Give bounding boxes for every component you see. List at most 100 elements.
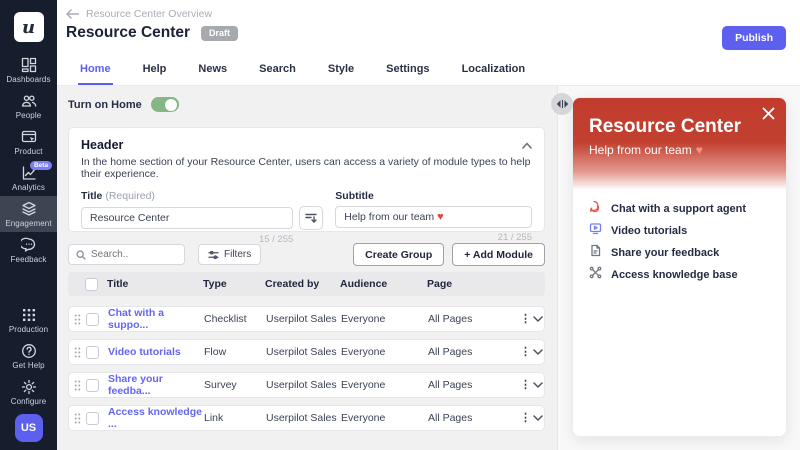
module-created-by: Userpilot Sales <box>266 412 341 424</box>
turn-on-home-label: Turn on Home <box>68 99 142 111</box>
add-module-button[interactable]: + Add Module <box>452 243 545 266</box>
configure-icon <box>21 379 37 395</box>
module-title-link[interactable]: Video tutorials <box>108 346 204 358</box>
tab-search[interactable]: Search <box>257 57 298 85</box>
preview-item-chat[interactable]: Chat with a support agent <box>589 198 770 220</box>
module-created-by: Userpilot Sales <box>266 346 341 358</box>
user-avatar[interactable]: US <box>15 414 43 442</box>
kebab-menu-icon[interactable]: ⋮ <box>518 413 533 424</box>
sidebar-item-label: Dashboards <box>6 75 50 84</box>
tab-news[interactable]: News <box>196 57 229 85</box>
tab-style[interactable]: Style <box>326 57 356 85</box>
sidebar-item-engagement[interactable]: Engagement <box>0 196 57 232</box>
sidebar-item-production[interactable]: Production <box>0 302 57 338</box>
sidebar-item-label: Configure <box>11 397 47 406</box>
expand-chevron-icon[interactable] <box>533 316 546 322</box>
drag-handle-icon[interactable] <box>74 413 86 424</box>
dashboards-icon <box>21 57 37 73</box>
kebab-menu-icon[interactable]: ⋮ <box>518 380 533 391</box>
title-input[interactable] <box>81 207 293 229</box>
preview-item-label: Video tutorials <box>611 225 687 237</box>
filters-icon <box>208 250 219 260</box>
kebab-menu-icon[interactable]: ⋮ <box>518 347 533 358</box>
sidebar-item-people[interactable]: People <box>0 88 57 124</box>
product-icon <box>21 129 37 145</box>
knowledge-icon <box>589 266 602 284</box>
kebab-menu-icon[interactable]: ⋮ <box>518 314 533 325</box>
tab-home[interactable]: Home <box>78 57 113 85</box>
resize-arrows-icon <box>556 99 569 109</box>
resource-center-preview: Resource Center Help from our team ♥ Cha… <box>572 97 787 437</box>
turn-on-home-toggle[interactable] <box>151 97 179 112</box>
expand-chevron-icon[interactable] <box>533 382 546 388</box>
header-card-description: In the home section of your Resource Cen… <box>81 156 532 180</box>
module-created-by: Userpilot Sales <box>266 379 341 391</box>
back-link[interactable]: Resource Center Overview <box>66 8 212 20</box>
row-checkbox[interactable] <box>86 379 99 392</box>
sidebar-item-feedback[interactable]: Feedback <box>0 232 57 268</box>
sidebar-item-label: Engagement <box>5 219 51 228</box>
sidebar-item-analytics[interactable]: Beta Analytics <box>0 160 57 196</box>
sidebar-item-dashboards[interactable]: Dashboards <box>0 52 57 88</box>
tab-localization[interactable]: Localization <box>460 57 528 85</box>
topbar: Resource Center Overview Resource Center… <box>57 0 800 86</box>
module-audience: Everyone <box>341 379 428 391</box>
tab-bar: Home Help News Search Style Settings Loc… <box>78 57 527 85</box>
drag-handle-icon[interactable] <box>74 380 86 391</box>
module-title-link[interactable]: Chat with a suppo... <box>108 307 204 331</box>
preview-item-feedback[interactable]: Share your feedback <box>589 242 770 264</box>
preview-item-video[interactable]: Video tutorials <box>589 220 770 242</box>
col-type: Type <box>203 278 265 290</box>
subtitle-char-counter: 21 / 255 <box>335 232 532 243</box>
title-options-button[interactable] <box>299 206 323 230</box>
filters-button[interactable]: Filters <box>198 244 261 265</box>
drag-handle-icon[interactable] <box>74 314 86 325</box>
preview-module-list: Chat with a support agent Video tutorial… <box>573 190 786 286</box>
sidebar-item-configure[interactable]: Configure <box>0 374 57 410</box>
module-title-link[interactable]: Access knowledge ... <box>108 406 204 430</box>
close-icon[interactable] <box>762 107 775 120</box>
row-checkbox[interactable] <box>86 313 99 326</box>
row-checkbox[interactable] <box>86 346 99 359</box>
preview-resize-handle[interactable] <box>551 93 573 115</box>
tab-help[interactable]: Help <box>141 57 169 85</box>
sidebar-item-get-help[interactable]: Get Help <box>0 338 57 374</box>
required-hint: (Required) <box>105 190 155 202</box>
preview-item-knowledge[interactable]: Access knowledge base <box>589 264 770 286</box>
sidebar-item-label: Analytics <box>12 183 45 192</box>
expand-chevron-icon[interactable] <box>533 415 546 421</box>
module-type: Link <box>204 412 266 424</box>
chat-icon <box>589 200 602 218</box>
document-icon <box>589 244 602 262</box>
subtitle-value: Help from our team <box>344 211 434 223</box>
module-title-link[interactable]: Share your feedba... <box>108 373 204 397</box>
module-page: All Pages <box>428 346 518 358</box>
preview-subtitle: Help from our team ♥ <box>589 143 770 157</box>
search-input[interactable] <box>91 249 171 260</box>
subtitle-field[interactable]: Help from our team ♥ <box>335 206 532 228</box>
feedback-icon <box>21 237 37 253</box>
help-icon <box>21 343 37 359</box>
row-checkbox[interactable] <box>86 412 99 425</box>
search-box[interactable] <box>68 244 185 265</box>
expand-chevron-icon[interactable] <box>533 349 546 355</box>
people-icon <box>21 93 37 109</box>
col-created-by: Created by <box>265 278 340 290</box>
collapse-chevron-icon[interactable] <box>522 142 532 149</box>
select-all-checkbox[interactable] <box>85 278 98 291</box>
module-audience: Everyone <box>341 412 428 424</box>
back-link-label: Resource Center Overview <box>86 8 212 20</box>
sidebar-item-label: Product <box>14 147 42 156</box>
sidebar-item-product[interactable]: Product <box>0 124 57 160</box>
drag-handle-icon[interactable] <box>74 347 86 358</box>
tab-settings[interactable]: Settings <box>384 57 431 85</box>
table-header: Title Type Created by Audience Page <box>68 272 545 296</box>
create-group-button[interactable]: Create Group <box>353 243 444 266</box>
header-card-title: Header <box>81 138 123 152</box>
subtitle-field-label: Subtitle <box>335 190 532 202</box>
userpilot-logo[interactable]: u <box>14 12 44 42</box>
publish-button[interactable]: Publish <box>722 26 786 50</box>
preview-item-label: Chat with a support agent <box>611 203 746 215</box>
preview-item-label: Access knowledge base <box>611 269 738 281</box>
module-audience: Everyone <box>341 313 428 325</box>
